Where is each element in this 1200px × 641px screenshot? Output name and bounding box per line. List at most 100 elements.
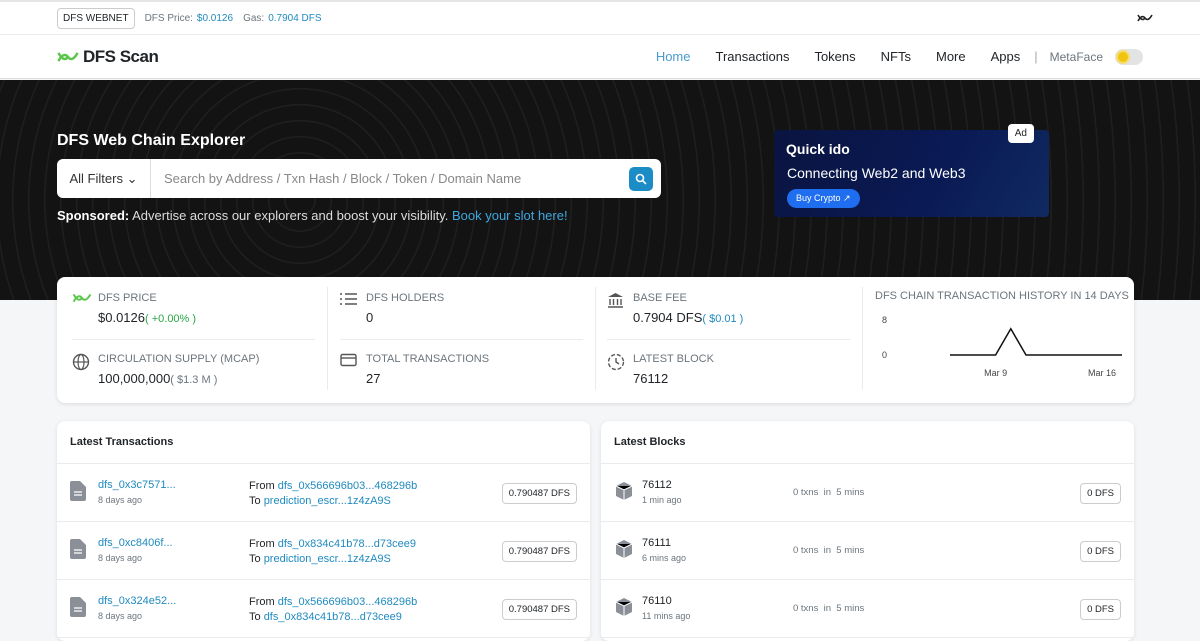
block-age: 11 mins ago — [642, 611, 690, 621]
to-address-link[interactable]: prediction_escr...1z4zA9S — [264, 495, 391, 507]
from-address-link[interactable]: dfs_0x834c41b78...d73cee9 — [278, 538, 416, 550]
network-badge[interactable]: DFS WEBNET — [57, 8, 135, 29]
panel-title: Latest Transactions — [57, 421, 590, 464]
tx-hash-link[interactable]: dfs_0xc8406f... — [98, 537, 173, 549]
stat-value: 27 — [366, 371, 489, 386]
to-label: To — [249, 553, 261, 565]
stat-label: BASE FEE — [633, 292, 743, 304]
to-address-link[interactable]: dfs_0x834c41b78...d73cee9 — [264, 611, 402, 623]
stat-label: LATEST BLOCK — [633, 353, 714, 365]
document-icon — [70, 539, 86, 559]
block-number-link[interactable]: 76110 — [642, 595, 672, 607]
to-label: To — [249, 611, 261, 623]
block-age: 1 min ago — [642, 495, 682, 505]
tx-hash-link[interactable]: dfs_0x3c7571... — [98, 479, 176, 491]
price-label: DFS Price: — [145, 13, 193, 24]
stat-value: 76112 — [633, 371, 714, 386]
search-button[interactable] — [629, 167, 653, 191]
tx-age: 8 days ago — [98, 495, 176, 505]
tx-hash-link[interactable]: dfs_0x324e52... — [98, 595, 176, 607]
x-tick-label: Mar 16 — [1088, 368, 1116, 378]
brand-logo[interactable]: DFS Scan — [57, 47, 158, 67]
block-reward-badge: 0 DFS — [1080, 541, 1121, 562]
block-info: 0 txns in 5 mins — [793, 487, 864, 498]
cube-icon — [614, 597, 634, 617]
to-address-link[interactable]: prediction_escr...1z4zA9S — [264, 553, 391, 565]
from-address-link[interactable]: dfs_0x566696b03...468296b — [278, 596, 417, 608]
nav-tokens[interactable]: Tokens — [814, 49, 855, 64]
stat-total-transactions: TOTAL TRANSACTIONS 27 — [366, 353, 489, 386]
stat-holders: DFS HOLDERS 0 — [366, 292, 444, 325]
panel-title: Latest Blocks — [601, 421, 1134, 464]
stat-price: DFS PRICE $0.0126( +0.00% ) — [98, 292, 196, 325]
stat-value: 0.7904 DFS — [633, 310, 702, 325]
stats-card: DFS PRICE $0.0126( +0.00% ) CIRCULATION … — [57, 277, 1134, 403]
transaction-row: dfs_0xc8406f...8 days ago From dfs_0x834… — [57, 522, 590, 580]
filter-dropdown[interactable]: All Filters ⌄ — [57, 159, 151, 198]
main-nav: DFS Scan Home Transactions Tokens NFTs M… — [0, 35, 1200, 79]
nav-apps[interactable]: Apps — [991, 49, 1021, 64]
sun-icon — [1116, 50, 1130, 64]
nav-transactions[interactable]: Transactions — [716, 49, 790, 64]
block-row: 76112 1 min ago 0 txns in 5 mins 0 DFS — [601, 464, 1134, 522]
page-title: DFS Web Chain Explorer — [57, 132, 245, 150]
ad-brand: Quick ido — [786, 141, 850, 157]
block-reward-badge: 0 DFS — [1080, 483, 1121, 504]
ad-badge: Ad — [1008, 124, 1034, 143]
search-input[interactable]: Search by Address / Txn Hash / Block / T… — [151, 171, 629, 186]
stat-label: CIRCULATION SUPPLY (MCAP) — [98, 353, 259, 365]
block-number-link[interactable]: 76112 — [642, 479, 672, 491]
buy-crypto-button[interactable]: Buy Crypto ↗ — [787, 189, 860, 208]
list-icon — [340, 292, 357, 306]
y-tick-label: 0 — [882, 350, 887, 360]
filter-label: All Filters — [70, 171, 123, 186]
theme-toggle[interactable] — [1115, 49, 1143, 65]
bank-icon — [607, 292, 624, 309]
y-tick-label: 8 — [882, 315, 887, 325]
from-label: From — [249, 596, 275, 608]
nav-nfts[interactable]: NFTs — [881, 49, 911, 64]
chart-title: DFS CHAIN TRANSACTION HISTORY IN 14 DAYS — [875, 290, 1129, 302]
block-info: 0 txns in 5 mins — [793, 603, 864, 614]
latest-transactions-panel: Latest Transactions dfs_0x3c7571... 8 day… — [57, 421, 590, 641]
dfs-logo-icon — [72, 292, 92, 304]
from-address-link[interactable]: dfs_0x566696b03...468296b — [278, 480, 417, 492]
sponsored-label: Sponsored: — [57, 208, 129, 223]
brand-name: DFS Scan — [83, 47, 158, 67]
document-icon — [70, 597, 86, 617]
block-info: 0 txns in 5 mins — [793, 545, 864, 556]
ad-tagline: Connecting Web2 and Web3 — [787, 165, 966, 181]
tx-amount-badge: 0.790487 DFS — [502, 541, 577, 562]
from-label: From — [249, 480, 275, 492]
stat-label: DFS PRICE — [98, 292, 196, 304]
stat-value: $0.0126 — [98, 310, 145, 325]
dfs-logo-icon[interactable] — [1137, 13, 1153, 23]
block-row: 76111 6 mins ago 0 txns in 5 mins 0 DFS — [601, 522, 1134, 580]
nav-divider: | — [1034, 49, 1037, 64]
stat-value: 0 — [366, 310, 444, 325]
book-slot-link[interactable]: Book your slot here! — [452, 208, 568, 223]
document-icon — [70, 481, 86, 501]
block-age: 6 mins ago — [642, 553, 686, 563]
base-fee-usd: ( $0.01 ) — [702, 313, 743, 325]
block-number-link[interactable]: 76111 — [642, 537, 671, 549]
transaction-row: dfs_0x3c7571... 8 days ago From dfs_0x566… — [57, 464, 590, 522]
metaface-label: MetaFace — [1050, 50, 1103, 64]
price-change: ( +0.00% ) — [145, 313, 196, 325]
stat-supply: CIRCULATION SUPPLY (MCAP) 100,000,000( $… — [98, 353, 259, 386]
series-line — [950, 329, 1122, 355]
block-reward-badge: 0 DFS — [1080, 599, 1121, 620]
to-label: To — [249, 495, 261, 507]
nav-home[interactable]: Home — [656, 49, 691, 64]
sponsored-message: Advertise across our explorers and boost… — [129, 208, 452, 223]
nav-more[interactable]: More — [936, 49, 966, 64]
dfs-logo-icon — [57, 50, 79, 64]
tx-history-chart: 08Mar 9Mar 16 — [872, 307, 1122, 387]
search-bar: All Filters ⌄ Search by Address / Txn Ha… — [57, 159, 661, 198]
stat-label: TOTAL TRANSACTIONS — [366, 353, 489, 365]
market-cap: ( $1.3 M ) — [170, 374, 217, 386]
cube-icon — [614, 481, 634, 501]
ad-banner[interactable]: Ad Quick ido Connecting Web2 and Web3 Bu… — [774, 130, 1049, 217]
price-value: $0.0126 — [197, 13, 233, 24]
stat-label: DFS HOLDERS — [366, 292, 444, 304]
